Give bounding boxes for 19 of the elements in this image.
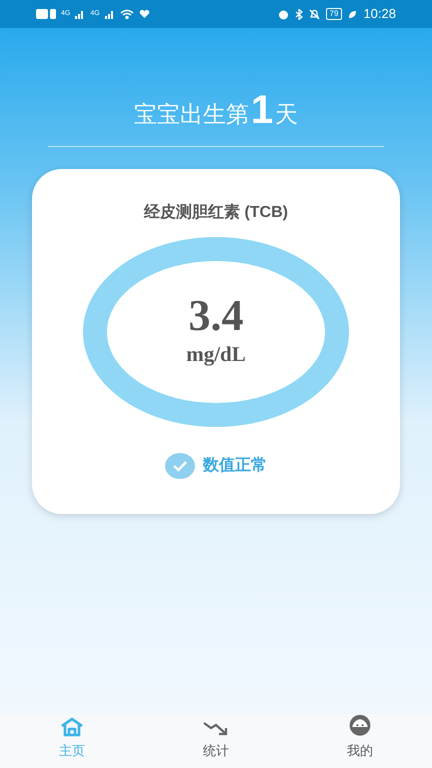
- leaf-icon: [348, 10, 358, 18]
- nav-tab[interactable]: 统计: [144, 714, 288, 768]
- reading-unit: mg/dL: [186, 341, 246, 368]
- signal-icon: [104, 9, 115, 19]
- reading-value: 3.4: [188, 293, 244, 340]
- heart-icon: [138, 9, 150, 19]
- bell-off-icon: [308, 8, 320, 20]
- day-prefix: 宝宝出生第: [134, 100, 249, 129]
- card-title: 经皮测胆红素 (TCB): [144, 202, 288, 223]
- day-suffix: 天: [275, 100, 298, 129]
- status-text: 数值正常: [203, 456, 267, 476]
- signal-icon: [75, 9, 86, 19]
- day-number: 1: [250, 90, 274, 130]
- nav-tab[interactable]: 我的: [288, 714, 432, 768]
- home-icon: [60, 716, 84, 736]
- bluetooth-icon: [294, 8, 303, 20]
- clock: 10:28: [363, 5, 396, 24]
- battery-level: 79: [326, 8, 342, 20]
- wifi-icon: [120, 9, 134, 19]
